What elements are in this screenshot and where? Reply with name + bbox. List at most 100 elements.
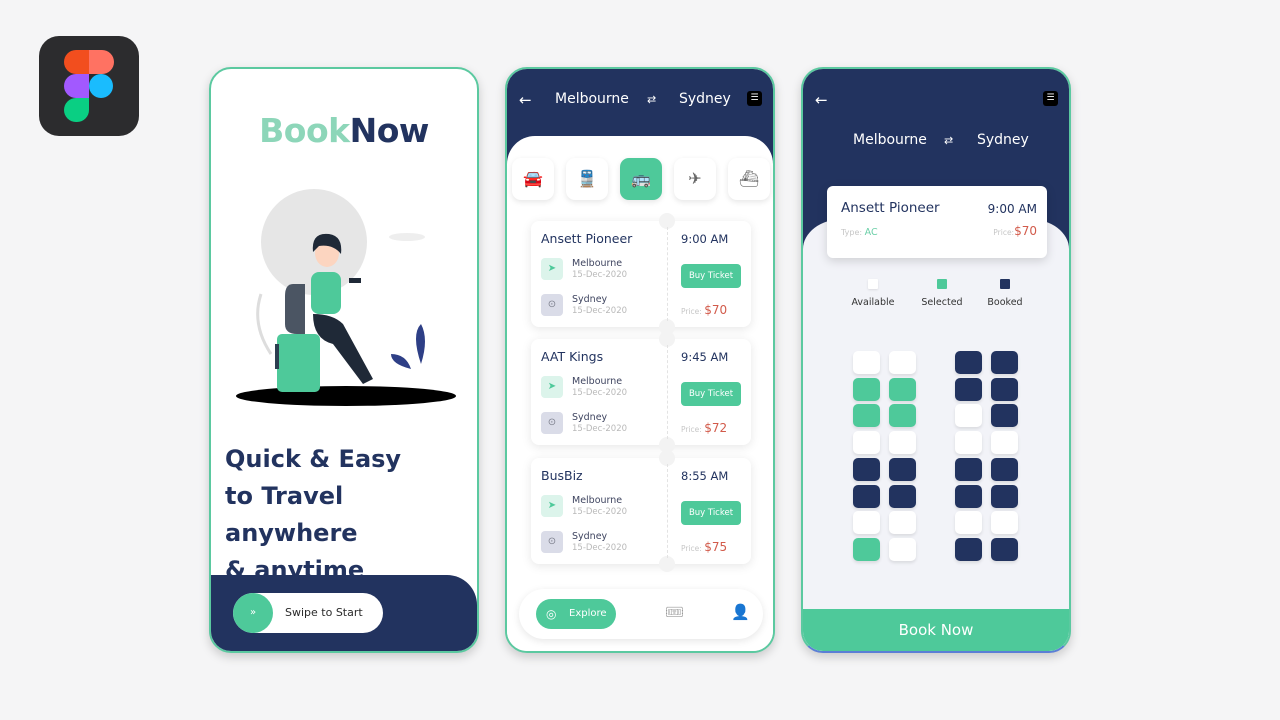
seat-available[interactable] [889,351,916,374]
seat-selected[interactable] [853,377,880,401]
origin-city: Melbourne [853,132,927,148]
destination-city: Sydney [679,91,731,107]
results-body: 🚘 🚆 🚌 ✈ ⛴ Ansett Pioneer 9:00 AM ➤ Melbo… [507,136,773,651]
seat-available[interactable] [889,431,916,455]
from-date: 15-Dec-2020 [572,507,628,517]
seat-booked [889,484,916,508]
seat-booked [955,377,982,401]
swap-icon[interactable]: ⇄ [944,134,953,147]
location-pin-icon: ⊙ [541,294,563,316]
seat-booked [955,351,982,374]
backpack [285,284,305,334]
price: Price: $72 [681,421,728,435]
ship-icon[interactable]: ⛴ [728,158,770,200]
onboarding-screen: BookNow Quick & Easy to Travel anywhere … [209,67,479,653]
suitcase [277,334,320,392]
onboarding-footer: » Swipe to Start [211,575,477,651]
navigation-icon: ➤ [541,495,563,517]
ticket-icon[interactable]: 🎟 [665,603,684,621]
price: Price:$70 [993,224,1037,238]
seat-available[interactable] [853,351,880,374]
to-city: Sydney [572,294,608,305]
seat-selected[interactable] [853,404,880,428]
car-icon[interactable]: 🚘 [512,158,554,200]
filter-icon[interactable]: ☰ [747,91,762,106]
seat-booked [991,377,1018,401]
book-now-button[interactable]: Book Now [803,609,1069,651]
ticket-card: AAT Kings 9:45 AM ➤ Melbourne 15-Dec-202… [531,331,751,453]
destination-city: Sydney [977,132,1029,148]
navigation-icon: ➤ [541,376,563,398]
seat-selection-screen: ← ☰ Melbourne ⇄ Sydney Ansett Pioneer 9:… [801,67,1071,653]
ticket-card: BusBiz 8:55 AM ➤ Melbourne 15-Dec-2020 ⊙… [531,450,751,572]
nav-explore[interactable]: ◎ Explore [536,599,616,629]
seat-available[interactable] [991,431,1018,455]
from-date: 15-Dec-2020 [572,388,628,398]
seat-selected[interactable] [853,537,880,561]
navigation-icon: ➤ [541,258,563,280]
buy-ticket-button[interactable]: Buy Ticket [681,264,741,288]
seat-booked [955,457,982,481]
compass-icon: ◎ [546,607,557,621]
buy-ticket-button[interactable]: Buy Ticket [681,382,741,406]
profile-icon[interactable]: 👤 [731,603,750,621]
seat-available[interactable] [955,511,982,535]
location-pin-icon: ⊙ [541,531,563,553]
seat-booked [991,537,1018,561]
seat-available[interactable] [955,404,982,428]
seat-booked [853,484,880,508]
seat-booked [991,484,1018,508]
seat-available[interactable] [991,511,1018,535]
bottom-nav: ◎ Explore 🎟 👤 [519,589,763,639]
traveler-illustration [236,189,456,406]
seat-map [853,351,1023,566]
from-city: Melbourne [572,258,623,269]
operator-name: AAT Kings [541,349,604,364]
train-icon[interactable]: 🚆 [566,158,608,200]
seat-available[interactable] [889,537,916,561]
seat-selected[interactable] [889,377,916,401]
legend-selected: Selected [907,279,977,308]
seat-booked [991,351,1018,374]
to-date: 15-Dec-2020 [572,424,628,434]
operator-name: Ansett Pioneer [541,231,633,246]
operator-name: BusBiz [541,468,583,483]
seat-booked [853,457,880,481]
seat-booked [889,457,916,481]
leaf-deco [256,293,273,355]
to-date: 15-Dec-2020 [572,543,628,553]
from-city: Melbourne [572,495,623,506]
back-arrow-icon[interactable]: ← [815,91,828,109]
origin-city: Melbourne [555,91,629,107]
buy-ticket-button[interactable]: Buy Ticket [681,501,741,525]
swap-icon[interactable]: ⇄ [647,93,656,106]
chevrons-right-icon[interactable]: » [233,593,273,633]
seat-booked [991,404,1018,428]
plane-icon[interactable]: ✈ [674,158,716,200]
ground-shadow [236,386,456,406]
seat-available[interactable] [853,431,880,455]
to-city: Sydney [572,531,608,542]
from-date: 15-Dec-2020 [572,270,628,280]
departure-time: 9:00 AM [987,202,1037,216]
search-results-screen: ← Melbourne ⇄ Sydney ☰ 🚘 🚆 🚌 ✈ ⛴ Ansett … [505,67,775,653]
swipe-to-start-slider[interactable]: » Swipe to Start [233,593,383,633]
seat-available[interactable] [955,431,982,455]
to-city: Sydney [572,412,608,423]
seat-available[interactable] [853,511,880,535]
plant [391,324,425,369]
trip-summary-card: Ansett Pioneer 9:00 AM Type: AC Price:$7… [827,186,1047,258]
app-logo: BookNow [259,111,429,150]
filter-icon[interactable]: ☰ [1043,91,1058,106]
back-arrow-icon[interactable]: ← [519,91,532,109]
transport-mode-tabs: 🚘 🚆 🚌 ✈ ⛴ [512,158,772,200]
departure-time: 8:55 AM [681,469,729,483]
seat-booked [955,484,982,508]
bus-icon[interactable]: 🚌 [620,158,662,200]
torso [311,272,341,314]
seat-booked [991,457,1018,481]
phone-device [349,278,361,283]
cloud [389,233,425,241]
seat-available[interactable] [889,511,916,535]
seat-selected[interactable] [889,404,916,428]
